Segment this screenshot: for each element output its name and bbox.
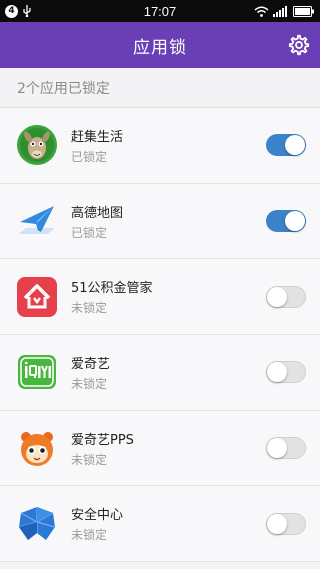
- list-item[interactable]: 高德地图 已锁定: [0, 183, 320, 260]
- app-lock-status: 未锁定: [71, 376, 108, 391]
- app-lock-status: 已锁定: [71, 225, 108, 240]
- list-item[interactable]: 赶集生活 已锁定: [0, 108, 320, 184]
- app-name: 高德地图: [71, 205, 124, 221]
- app-lock-status: 未锁定: [71, 528, 108, 543]
- toggle-knob: [285, 135, 305, 156]
- lock-toggle[interactable]: [266, 437, 306, 460]
- app-lock-status: 未锁定: [71, 301, 108, 316]
- app-name: 51公积金管家: [71, 281, 153, 297]
- toggle-knob: [285, 211, 305, 232]
- lock-toggle[interactable]: [266, 134, 306, 157]
- app-text: 赶集生活 已锁定: [71, 126, 266, 165]
- app-list: 赶集生活 已锁定 高德地图 已锁定 51公积金管家 未锁定 爱奇艺 未锁定 爱奇…: [0, 108, 320, 563]
- gear-icon[interactable]: [288, 34, 310, 56]
- app-text: 安全中心 未锁定: [71, 504, 266, 543]
- pps-icon: [15, 426, 59, 470]
- status-bar: 4 17:07: [0, 0, 320, 22]
- gjj-house-icon: [15, 275, 59, 319]
- app-lock-status: 已锁定: [71, 149, 108, 164]
- app-name: 爱奇艺PPS: [71, 432, 134, 448]
- lock-toggle[interactable]: [266, 210, 306, 233]
- app-text: 爱奇艺 未锁定: [71, 353, 266, 392]
- toggle-knob: [267, 286, 287, 307]
- app-text: 51公积金管家 未锁定: [71, 277, 266, 316]
- page-title: 应用锁: [133, 37, 187, 58]
- status-time: 17:07: [143, 3, 177, 19]
- list-item[interactable]: 爱奇艺 未锁定: [0, 335, 320, 411]
- app-bar: 应用锁: [0, 22, 320, 68]
- iqiyi-icon: [15, 350, 59, 394]
- app-text: 爱奇艺PPS 未锁定: [71, 429, 266, 468]
- toggle-knob: [267, 362, 287, 383]
- toggle-knob: [267, 513, 287, 534]
- app-name: 爱奇艺: [71, 356, 111, 372]
- ganji-donkey-icon: [15, 123, 59, 167]
- lock-toggle[interactable]: [266, 361, 306, 384]
- locked-count-header: 2个应用已锁定: [0, 68, 320, 108]
- lock-toggle[interactable]: [266, 285, 306, 308]
- lock-toggle[interactable]: [266, 512, 306, 535]
- amap-plane-icon: [15, 199, 59, 243]
- toggle-knob: [267, 438, 287, 459]
- locked-count-text: 2个应用已锁定: [17, 80, 110, 97]
- app-text: 高德地图 已锁定: [71, 202, 266, 241]
- app-lock-status: 未锁定: [71, 452, 108, 467]
- list-item[interactable]: 安全中心 未锁定: [0, 486, 320, 563]
- umbrella-icon: [15, 502, 59, 546]
- app-name: 赶集生活: [71, 129, 124, 145]
- list-item[interactable]: 51公积金管家 未锁定: [0, 259, 320, 336]
- list-item[interactable]: 爱奇艺PPS 未锁定: [0, 410, 320, 487]
- app-name: 安全中心: [71, 508, 124, 524]
